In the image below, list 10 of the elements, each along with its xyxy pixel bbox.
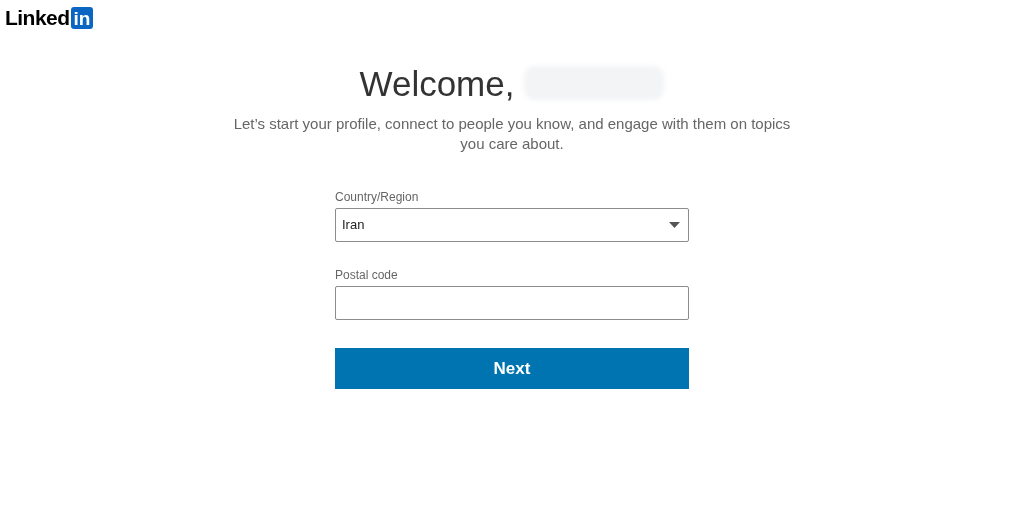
- caret-icon: [669, 222, 680, 228]
- welcome-heading: Welcome,: [359, 65, 515, 101]
- field-label: Country/Region: [335, 190, 420, 204]
- logo-wordmark: Linked: [5, 7, 70, 28]
- postal-code-field[interactable]: [335, 286, 689, 320]
- country-select[interactable]: Iran: [335, 208, 689, 242]
- field-label: Postal code: [335, 268, 399, 282]
- subtitle-text: Let’s start your profile, connect to people you know, and engage with them on topics you care about.: [232, 114, 792, 154]
- logo-badge: in: [70, 6, 94, 29]
- next-button[interactable]: Next: [335, 348, 689, 389]
